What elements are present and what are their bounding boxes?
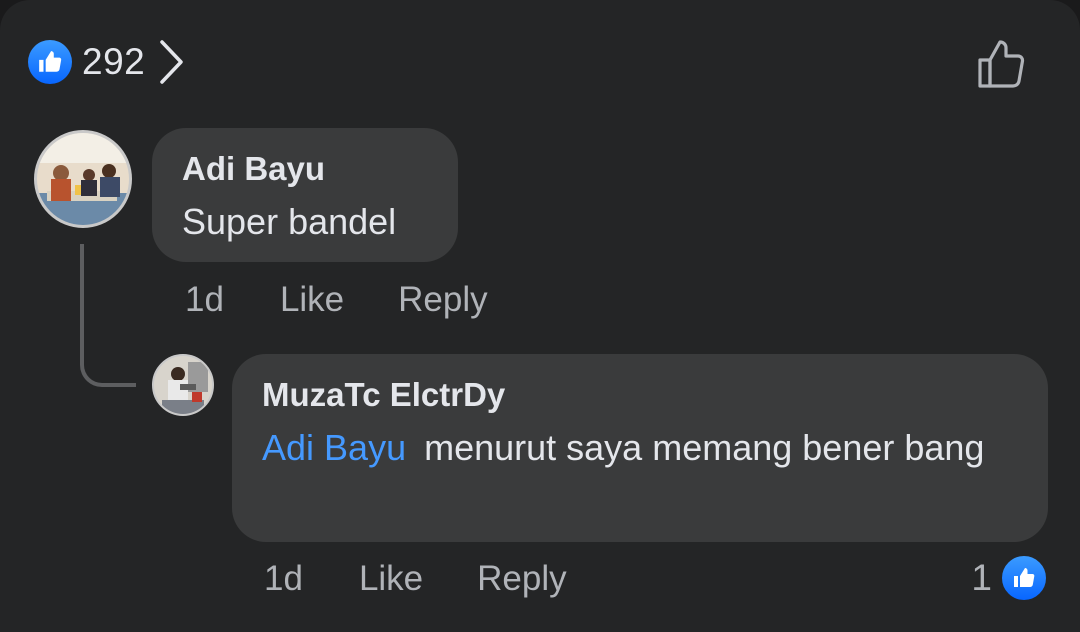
person-photo-avatar — [154, 356, 212, 414]
like-icon — [28, 40, 72, 84]
like-button[interactable]: Like — [280, 280, 344, 320]
reply-timestamp[interactable]: 1d — [264, 559, 303, 599]
comments-panel: 292 Adi Bayu Super bandel 1d Like Reply … — [0, 0, 1080, 632]
comment-timestamp[interactable]: 1d — [185, 280, 224, 320]
comment-text: Super bandel — [182, 201, 397, 242]
reply-bubble: MuzaTc ElctrDy Adi Bayu menurut saya mema… — [232, 354, 1048, 542]
comment-actions: 1d Like Reply — [185, 278, 488, 322]
thread-connector-line — [80, 244, 136, 387]
avatar[interactable] — [34, 130, 132, 228]
like-post-button[interactable] — [968, 34, 1032, 94]
comment-author[interactable]: Adi Bayu — [182, 148, 428, 190]
reply-reaction-count: 1 — [971, 557, 992, 598]
reply-actions: 1d Like Reply — [264, 557, 567, 601]
like-button[interactable]: Like — [359, 559, 423, 599]
reaction-summary[interactable]: 292 — [28, 38, 187, 86]
reply-text: menurut saya memang bener bang — [424, 427, 985, 468]
thumbs-up-outline-icon — [978, 40, 1025, 88]
like-icon — [1000, 554, 1048, 602]
mention-link[interactable]: Adi Bayu — [262, 427, 406, 468]
reply-button[interactable]: Reply — [398, 280, 487, 320]
avatar[interactable] — [152, 354, 214, 416]
comment-bubble: Adi Bayu Super bandel — [152, 128, 458, 262]
reply-button[interactable]: Reply — [477, 559, 566, 599]
reply-text-container: Adi Bayu menurut saya memang bener bang — [262, 422, 1018, 474]
reply-author[interactable]: MuzaTc ElctrDy — [262, 374, 1018, 416]
group-photo-avatar — [37, 133, 129, 225]
chevron-right-icon — [157, 39, 187, 85]
reaction-count: 292 — [82, 41, 146, 82]
reply-reaction-summary[interactable]: 1 — [971, 554, 1048, 602]
